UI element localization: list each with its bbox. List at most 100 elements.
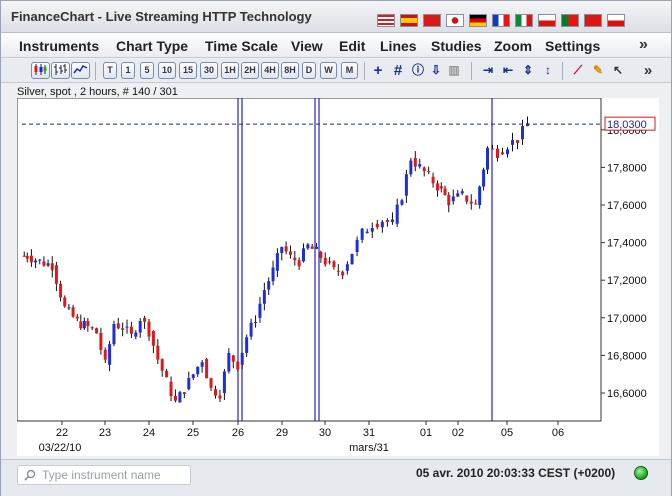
scale-1h-button[interactable]: 1H <box>221 62 239 79</box>
instrument-search[interactable] <box>17 465 191 485</box>
pt-flag[interactable] <box>561 14 579 27</box>
zoom-in-horizontal-icon[interactable]: ⇥ <box>479 61 497 80</box>
candle-body <box>275 253 279 271</box>
candle-body <box>413 158 417 167</box>
draw-line-icon[interactable]: ⟋ <box>569 61 587 80</box>
x-tick-label: 31 <box>363 427 375 439</box>
pointer-icon[interactable]: ↖ <box>609 61 627 80</box>
candle-body <box>63 297 67 307</box>
candlestick-chart-icon[interactable] <box>31 62 50 79</box>
de-flag[interactable] <box>469 14 487 27</box>
menu-chart-type[interactable]: Chart Type <box>116 38 188 54</box>
candle-body <box>511 140 514 145</box>
chart-area[interactable]: 18,0000 17,8000 17,6000 17,4000 17,2000 17,00… <box>17 98 659 456</box>
candle-body <box>99 332 103 350</box>
candle-body <box>365 231 369 234</box>
scale-4h-button[interactable]: 4H <box>261 62 279 79</box>
candle-body <box>134 332 138 337</box>
plot-frame <box>17 98 602 422</box>
menu-time-scale[interactable]: Time Scale <box>205 38 278 54</box>
crosshair-icon[interactable]: + <box>369 61 387 80</box>
candle-body <box>59 283 63 298</box>
menu-settings[interactable]: Settings <box>545 38 600 54</box>
toolbar-separator <box>95 62 96 80</box>
es-flag[interactable] <box>400 14 418 27</box>
search-icon <box>24 469 36 481</box>
candle-body <box>302 248 305 262</box>
menu-overflow-button[interactable]: » <box>639 36 648 54</box>
zoom-out-vertical-icon[interactable]: ↕ <box>539 61 557 80</box>
menu-studies[interactable]: Studies <box>431 38 482 54</box>
zoom-out-horizontal-icon[interactable]: ⇤ <box>499 61 517 80</box>
candle-body <box>271 267 275 282</box>
zoom-in-vertical-icon[interactable]: ⇕ <box>519 61 537 80</box>
candle-body <box>474 203 478 205</box>
eraser-icon[interactable]: ✎ <box>589 61 607 80</box>
cz-flag[interactable] <box>607 14 625 27</box>
it-flag[interactable] <box>515 14 533 27</box>
fr-flag[interactable] <box>492 14 510 27</box>
price-marker-icon[interactable]: ⇩ <box>427 61 445 80</box>
cn-flag[interactable] <box>423 14 441 27</box>
candle-body <box>42 261 46 266</box>
app-title: FinanceChart - Live Streaming HTTP Techn… <box>11 9 312 24</box>
scale-2h-button[interactable]: 2H <box>241 62 259 79</box>
scale-tick-button[interactable]: T <box>103 62 117 79</box>
scale-30min-button[interactable]: 30 <box>200 62 218 79</box>
candle-body <box>478 186 482 205</box>
candle-body <box>521 126 524 140</box>
pl-flag[interactable] <box>538 14 556 27</box>
info-icon[interactable]: ⓘ <box>409 61 427 80</box>
scale-day-button[interactable]: D <box>302 62 316 79</box>
price-chart[interactable]: 18,000017,800017,600017,400017,200017,00… <box>17 98 659 456</box>
candle-body <box>191 374 195 378</box>
scale-10min-button[interactable]: 10 <box>158 62 176 79</box>
candle-body <box>422 167 426 172</box>
volume-icon[interactable]: ▥ <box>445 61 463 80</box>
tr-flag[interactable] <box>584 14 602 27</box>
menu-lines[interactable]: Lines <box>380 38 417 54</box>
candle-body <box>284 246 288 252</box>
toolbar-overflow-button[interactable]: » <box>639 61 657 80</box>
candle-body <box>262 290 266 304</box>
bar-chart-icon[interactable] <box>51 62 70 79</box>
candle-body <box>147 321 151 337</box>
menu-edit[interactable]: Edit <box>339 38 365 54</box>
instrument-search-input[interactable] <box>42 467 188 483</box>
jp-flag[interactable] <box>446 14 464 27</box>
candle-body <box>71 307 75 317</box>
candle-body <box>236 361 240 370</box>
candle-body <box>439 186 443 189</box>
scale-month-button[interactable]: M <box>341 62 358 79</box>
candle-body <box>187 377 191 390</box>
scale-5min-button[interactable]: 5 <box>140 62 154 79</box>
x-tick-label: 29 <box>276 427 288 439</box>
scale-15min-button[interactable]: 15 <box>179 62 197 79</box>
grid-icon[interactable]: # <box>389 61 407 80</box>
toolbar-separator <box>471 62 472 80</box>
us-flag[interactable] <box>377 14 395 27</box>
candle-body <box>121 328 125 330</box>
candle-body <box>328 261 332 263</box>
scale-week-button[interactable]: W <box>320 62 337 79</box>
candle-body <box>267 281 271 290</box>
candle-body <box>427 171 431 173</box>
candle-body <box>390 219 394 223</box>
candle-body <box>451 196 455 202</box>
candle-body <box>169 381 173 396</box>
candle-body <box>332 261 336 268</box>
line-chart-icon[interactable] <box>71 62 90 79</box>
candle-body <box>418 164 422 167</box>
candle-body <box>200 362 204 367</box>
menu-view[interactable]: View <box>291 38 323 54</box>
menu-zoom[interactable]: Zoom <box>494 38 532 54</box>
scale-8h-button[interactable]: 8H <box>281 62 299 79</box>
scale-1min-button[interactable]: 1 <box>121 62 135 79</box>
current-price-label: 18,0300 <box>607 119 647 131</box>
menu-instruments[interactable]: Instruments <box>19 38 99 54</box>
candle-body <box>129 326 133 334</box>
candle-body <box>375 223 379 228</box>
candle-body <box>360 228 364 240</box>
candle-body <box>160 359 164 371</box>
candle-body <box>151 330 155 346</box>
